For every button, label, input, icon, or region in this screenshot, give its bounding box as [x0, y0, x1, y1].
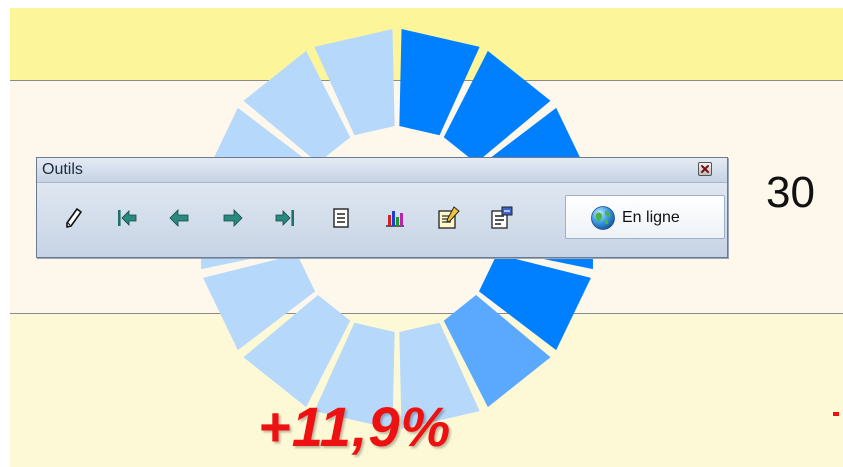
previous-record-button[interactable]	[165, 204, 193, 232]
arrow-right-icon	[223, 209, 243, 227]
list-view-button[interactable]	[327, 204, 355, 232]
chart-view-button[interactable]	[381, 204, 409, 232]
globe-icon	[591, 206, 615, 230]
tools-body: En ligne	[37, 183, 727, 257]
properties-icon	[491, 206, 513, 229]
tools-window[interactable]: Outils En ligne	[36, 157, 728, 258]
first-record-icon	[118, 210, 137, 226]
properties-button[interactable]	[487, 204, 515, 232]
side-value: 30	[766, 168, 815, 217]
first-record-button[interactable]	[113, 204, 141, 232]
percent-change-label: +11,9%	[258, 395, 452, 458]
form-edit-icon	[438, 206, 460, 229]
pencil-icon	[66, 208, 82, 228]
edit-form-button[interactable]	[435, 204, 463, 232]
online-label: En ligne	[622, 209, 680, 226]
last-record-button[interactable]	[271, 204, 299, 232]
bar-chart-icon	[386, 211, 404, 227]
next-record-button[interactable]	[219, 204, 247, 232]
clipped-text-fragment	[833, 412, 839, 416]
edit-button[interactable]	[59, 204, 87, 232]
last-record-icon	[275, 210, 294, 226]
close-icon	[701, 165, 709, 173]
close-button[interactable]	[698, 162, 712, 176]
arrow-left-icon	[169, 209, 189, 227]
tools-title: Outils	[42, 161, 83, 178]
online-button[interactable]: En ligne	[565, 195, 725, 239]
document-icon	[333, 208, 349, 228]
tools-title-bar[interactable]: Outils	[37, 158, 727, 183]
